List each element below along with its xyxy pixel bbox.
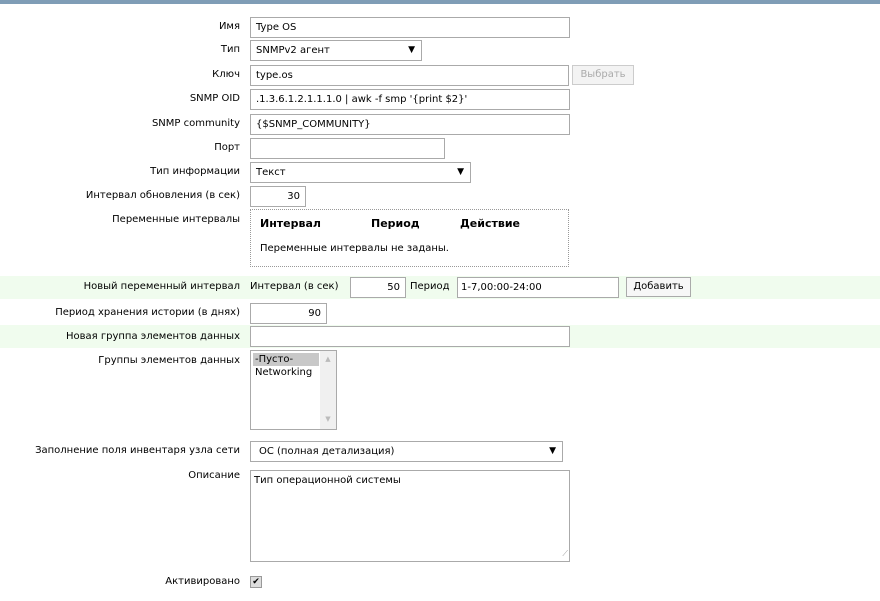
new-flex-interval-input[interactable]: 50 <box>350 277 406 298</box>
new-flex-period-label: Период <box>410 281 450 292</box>
key-input[interactable]: type.os <box>250 65 569 86</box>
history-input[interactable]: 90 <box>250 303 327 324</box>
info-type-label: Тип информации <box>150 166 240 177</box>
community-input[interactable]: {$SNMP_COMMUNITY} <box>250 114 570 135</box>
flex-header-period: Период <box>371 217 420 230</box>
port-input[interactable] <box>250 138 445 159</box>
scroll-down-icon[interactable]: ▼ <box>320 415 336 423</box>
description-text: Тип операционной системы <box>254 475 401 486</box>
new-flex-interval-label: Интервал (в сек) <box>250 281 339 292</box>
new-app-label: Новая группа элементов данных <box>66 331 240 342</box>
chevron-down-icon: ▼ <box>408 45 415 55</box>
enabled-label: Активировано <box>165 576 240 587</box>
name-label: Имя <box>218 21 240 32</box>
new-flex-label: Новый переменный интервал <box>83 281 240 292</box>
resize-handle-icon[interactable]: ⟋ <box>562 547 568 561</box>
scroll-up-icon[interactable]: ▲ <box>320 355 336 363</box>
apps-option[interactable]: -Пусто- <box>253 353 319 366</box>
inventory-select[interactable]: ОС (полная детализация) ▼ <box>250 441 563 462</box>
new-flex-period-input[interactable]: 1-7,00:00-24:00 <box>457 277 619 298</box>
flex-header-action: Действие <box>460 217 520 230</box>
type-value: SNMPv2 агент <box>256 45 330 56</box>
top-bar <box>0 0 880 4</box>
flex-empty-text: Переменные интервалы не заданы. <box>260 243 449 254</box>
inventory-value: ОС (полная детализация) <box>259 446 395 457</box>
new-app-input[interactable] <box>250 326 570 347</box>
flex-header-interval: Интервал <box>260 217 321 230</box>
description-textarea[interactable]: Тип операционной системы ⟋ <box>250 470 570 562</box>
inventory-label: Заполнение поля инвентаря узла сети <box>35 445 240 456</box>
info-type-select[interactable]: Текст ▼ <box>250 162 471 183</box>
enabled-checkbox[interactable]: ✔ <box>250 576 262 588</box>
checkmark-icon: ✔ <box>252 577 260 587</box>
community-label: SNMP community <box>151 118 240 129</box>
history-label: Период хранения истории (в днях) <box>55 307 240 318</box>
oid-label: SNMP OID <box>189 93 240 104</box>
interval-label: Интервал обновления (в сек) <box>85 190 240 201</box>
name-input[interactable]: Type OS <box>250 17 570 38</box>
key-label: Ключ <box>212 69 240 80</box>
type-label: Тип <box>220 44 240 55</box>
apps-listbox[interactable]: -Пусто- Networking ▲ ▼ <box>250 350 337 430</box>
chevron-down-icon: ▼ <box>549 446 556 456</box>
listbox-scrollbar[interactable]: ▲ ▼ <box>320 351 336 429</box>
description-label: Описание <box>188 470 240 481</box>
info-type-value: Текст <box>256 167 286 178</box>
apps-option[interactable]: Networking <box>253 366 312 379</box>
port-label: Порт <box>214 142 240 153</box>
select-key-button[interactable]: Выбрать <box>572 65 634 85</box>
type-select[interactable]: SNMPv2 агент ▼ <box>250 40 422 61</box>
apps-label: Группы элементов данных <box>98 355 240 366</box>
flex-label: Переменные интервалы <box>112 214 240 225</box>
interval-input[interactable]: 30 <box>250 186 306 207</box>
flex-intervals-box: Интервал Период Действие Переменные инте… <box>250 209 569 267</box>
oid-input[interactable]: .1.3.6.1.2.1.1.1.0 | awk -f smp '{print … <box>250 89 570 110</box>
chevron-down-icon: ▼ <box>457 167 464 177</box>
add-flex-button[interactable]: Добавить <box>626 277 691 297</box>
